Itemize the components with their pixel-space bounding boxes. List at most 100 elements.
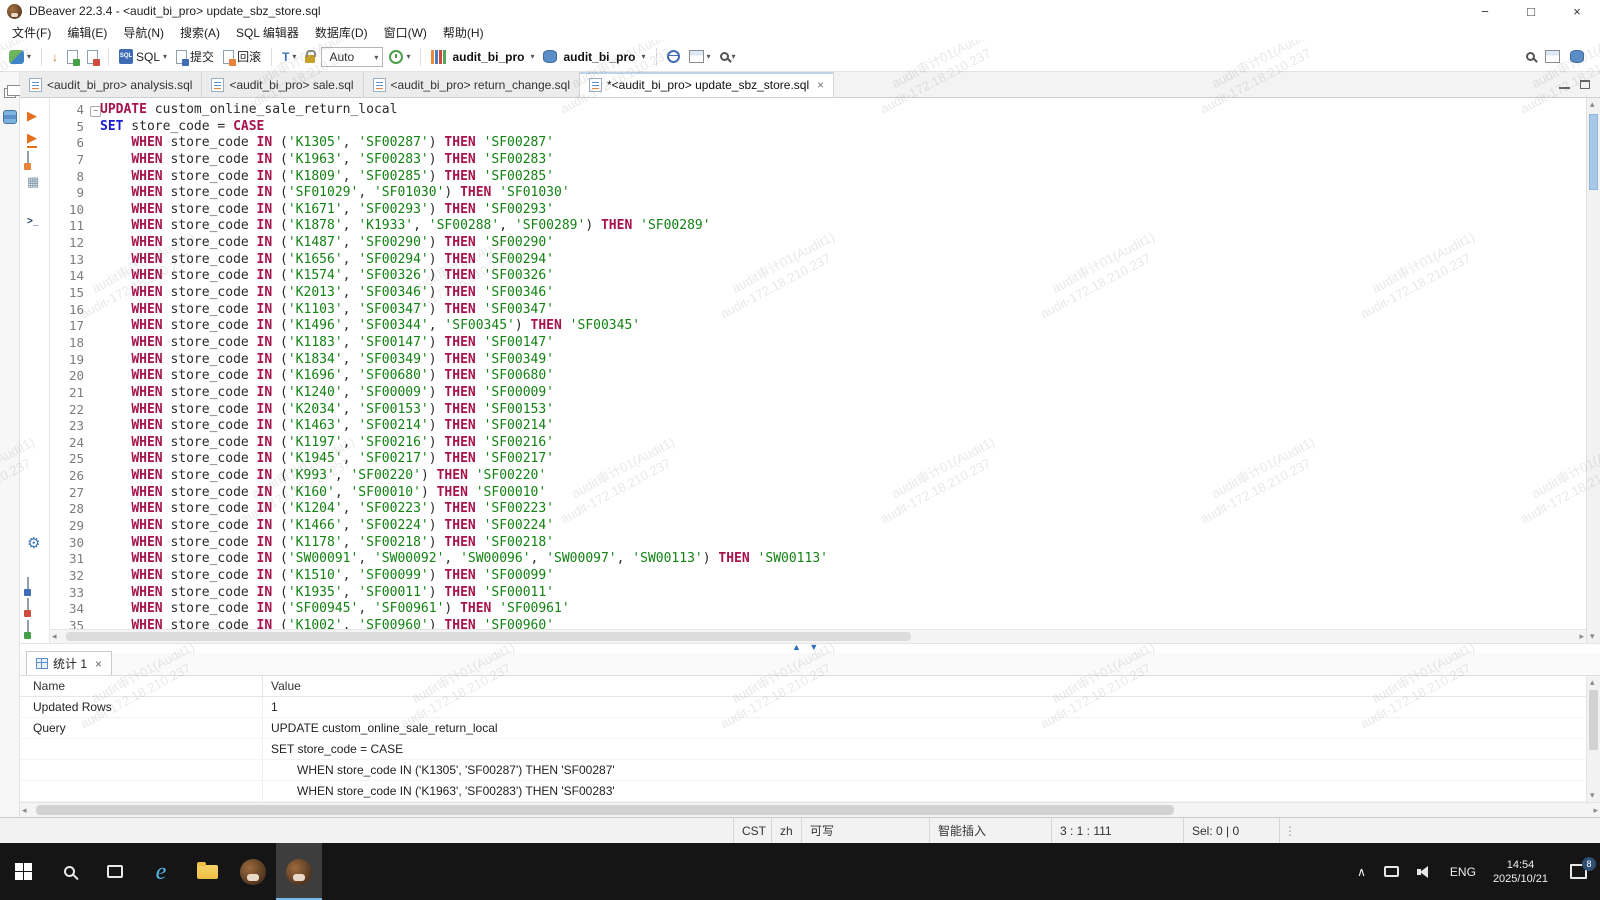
fold-spacer xyxy=(90,268,100,285)
active-connection-value: audit_bi_pro xyxy=(449,50,527,64)
commit-button[interactable]: 提交 xyxy=(173,46,217,67)
scroll-left-icon[interactable]: ◂ xyxy=(52,631,57,642)
explain-plan-icon[interactable]: ▦ xyxy=(27,174,39,190)
line-number: 13 xyxy=(50,252,90,269)
database-navigator-icon[interactable] xyxy=(3,110,17,124)
statistics-tab[interactable]: 统计 1 × xyxy=(26,651,112,675)
tab-close-icon[interactable]: × xyxy=(817,78,824,92)
panel-vertical-scrollbar[interactable]: ▴ ▾ xyxy=(1586,676,1600,802)
settings-gear-icon[interactable]: ⚙ xyxy=(27,534,40,552)
splitter-arrows-icon[interactable]: ▲ ▼ xyxy=(792,642,821,652)
export-file-icon[interactable] xyxy=(27,578,29,593)
minimize-view-icon[interactable] xyxy=(1559,87,1570,89)
save-report-icon[interactable] xyxy=(27,599,29,614)
action-center-button[interactable]: 8 xyxy=(1556,864,1600,879)
scroll-right-icon[interactable]: ▸ xyxy=(1579,631,1584,642)
new-connection-button[interactable]: ▾ xyxy=(6,48,34,66)
menu-item[interactable]: SQL 编辑器 xyxy=(228,22,307,43)
editor-horizontal-scrollbar[interactable]: ◂ ▸ xyxy=(50,629,1586,643)
download-icon: ↓ xyxy=(52,50,58,64)
editor-panel-splitter[interactable]: ▲ ▼ xyxy=(20,643,1600,653)
maximize-view-icon[interactable] xyxy=(1580,80,1590,89)
code-area[interactable]: 4UPDATE custom_online_sale_return_local5… xyxy=(50,98,1586,629)
quick-search-button[interactable]: ▾ xyxy=(717,50,739,63)
scrollbar-thumb[interactable] xyxy=(1589,690,1598,750)
sql-editor-menu-button[interactable]: SQL SQL ▾ xyxy=(116,47,170,66)
database-perspective-icon[interactable] xyxy=(1570,50,1584,63)
file-explorer-button[interactable] xyxy=(184,843,230,900)
scrollbar-thumb[interactable] xyxy=(1589,114,1598,190)
network-profile-button[interactable] xyxy=(664,48,683,65)
menu-item[interactable]: 导航(N) xyxy=(115,22,172,43)
editor-line: 32 WHEN store_code IN ('K1510', 'SF00099… xyxy=(50,568,1586,585)
taskbar-search-button[interactable] xyxy=(46,843,92,900)
table-row[interactable]: SET store_code = CASE xyxy=(20,739,1600,760)
open-perspective-icon[interactable] xyxy=(1545,50,1560,63)
name-column-header[interactable]: Name xyxy=(20,676,263,696)
fetch-result-button[interactable]: ↓ xyxy=(49,48,61,66)
scrollbar-thumb[interactable] xyxy=(66,632,911,641)
dbeaver-taskbar-button[interactable] xyxy=(230,843,276,900)
touch-keyboard-button[interactable] xyxy=(1375,866,1408,877)
line-code: WHEN store_code IN ('SF01029', 'SF01030'… xyxy=(100,185,570,202)
taskbar-clock[interactable]: 14:54 2025/10/21 xyxy=(1485,858,1556,886)
active-database-combobox[interactable]: audit_bi_pro ▾ xyxy=(540,48,648,66)
show-hidden-icons-button[interactable]: ∧ xyxy=(1348,865,1375,879)
windows-logo-icon xyxy=(15,863,32,880)
menu-item[interactable]: 文件(F) xyxy=(4,22,59,43)
scroll-left-icon[interactable]: ◂ xyxy=(22,805,27,816)
table-row[interactable]: Updated Rows1 xyxy=(20,697,1600,718)
scroll-up-icon[interactable]: ▴ xyxy=(1590,99,1595,110)
menu-item[interactable]: 帮助(H) xyxy=(435,22,492,43)
menu-item[interactable]: 编辑(E) xyxy=(59,22,115,43)
new-sql-script-button[interactable] xyxy=(64,48,81,66)
menu-item[interactable]: 数据库(D) xyxy=(307,22,376,43)
sql-console-icon[interactable]: >_ xyxy=(27,216,38,227)
panel-horizontal-scrollbar[interactable]: ◂ ▸ xyxy=(20,802,1600,817)
execute-new-tab-icon[interactable]: ▶ xyxy=(27,130,37,148)
dbeaver-taskbar-button-active[interactable] xyxy=(276,843,322,900)
export-grid-icon[interactable] xyxy=(27,621,29,636)
commit-mode-combobox[interactable]: Auto ▾ xyxy=(321,47,383,67)
minimize-button[interactable]: − xyxy=(1462,0,1508,22)
active-connection-combobox[interactable]: audit_bi_pro ▾ xyxy=(428,48,537,66)
editor-vertical-scrollbar[interactable]: ▴ ▾ xyxy=(1586,98,1600,643)
scrollbar-thumb[interactable] xyxy=(36,805,1174,815)
search-icon[interactable] xyxy=(1526,52,1535,61)
editor-tab[interactable]: <audit_bi_pro> sale.sql xyxy=(202,72,363,97)
rollback-button[interactable]: 回滚 xyxy=(220,46,264,67)
scroll-right-icon[interactable]: ▸ xyxy=(1593,805,1598,816)
editor-tab[interactable]: *<audit_bi_pro> update_sbz_store.sql× xyxy=(580,72,834,97)
sql-editor[interactable]: 4UPDATE custom_online_sale_return_local5… xyxy=(50,98,1586,643)
transaction-lock-button[interactable] xyxy=(302,48,318,65)
execute-statement-icon[interactable]: ▶ xyxy=(27,108,37,124)
transaction-log-button[interactable]: ▾ xyxy=(386,48,413,66)
start-button[interactable] xyxy=(0,843,46,900)
editor-tab[interactable]: <audit_bi_pro> analysis.sql xyxy=(20,72,202,97)
transaction-mode-button[interactable]: T ▾ xyxy=(279,48,299,66)
restore-panels-icon[interactable] xyxy=(4,88,16,98)
editor-tab[interactable]: <audit_bi_pro> return_change.sql xyxy=(364,72,580,97)
value-column-header[interactable]: Value xyxy=(263,676,301,696)
menu-item[interactable]: 窗口(W) xyxy=(376,22,435,43)
language-indicator[interactable]: ENG xyxy=(1441,865,1485,879)
panel-layout-button[interactable]: ▾ xyxy=(686,48,714,65)
scroll-down-icon[interactable]: ▾ xyxy=(1590,631,1595,642)
table-row[interactable]: WHEN store_code IN ('K1963', 'SF00283') … xyxy=(20,781,1600,802)
task-view-button[interactable] xyxy=(92,843,138,900)
scroll-up-icon[interactable]: ▴ xyxy=(1590,677,1595,688)
execute-script-icon[interactable] xyxy=(27,152,29,167)
table-row[interactable]: QueryUPDATE custom_online_sale_return_lo… xyxy=(20,718,1600,739)
editor-line: 33 WHEN store_code IN ('K1935', 'SF00011… xyxy=(50,585,1586,602)
fold-collapse-icon[interactable] xyxy=(90,102,100,119)
menu-item[interactable]: 搜索(A) xyxy=(172,22,228,43)
volume-button[interactable] xyxy=(1408,866,1441,878)
maximize-button[interactable]: □ xyxy=(1508,0,1554,22)
recent-sql-script-button[interactable] xyxy=(84,48,101,66)
scroll-down-icon[interactable]: ▾ xyxy=(1590,790,1595,801)
close-button[interactable]: × xyxy=(1554,0,1600,22)
table-row[interactable]: WHEN store_code IN ('K1305', 'SF00287') … xyxy=(20,760,1600,781)
line-code: WHEN store_code IN ('SF00945', 'SF00961'… xyxy=(100,601,570,618)
close-icon[interactable]: × xyxy=(95,657,102,671)
internet-explorer-button[interactable]: e xyxy=(138,843,184,900)
